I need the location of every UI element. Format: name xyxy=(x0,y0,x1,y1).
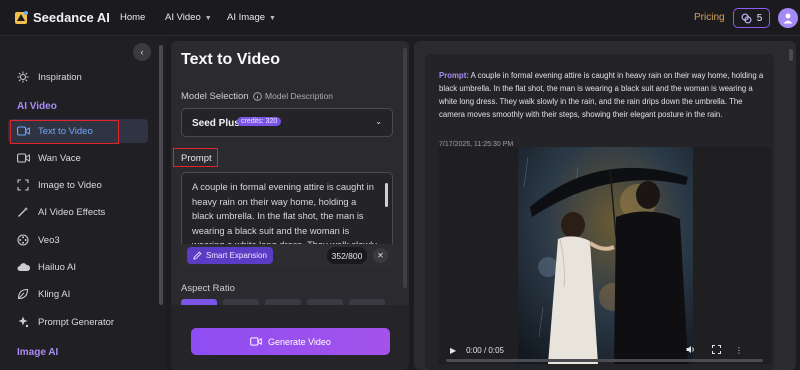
model-name: Seed Plus xyxy=(192,118,240,129)
sun-icon xyxy=(16,70,30,84)
video-time: 0:00 / 0:05 xyxy=(466,346,504,355)
result-prompt: Prompt: A couple in formal evening attir… xyxy=(439,69,767,121)
form-title: Text to Video xyxy=(181,51,280,68)
sidebar-item-ai-video-effects[interactable]: AI Video Effects xyxy=(8,200,148,224)
film-reel-icon xyxy=(16,233,30,247)
chevron-down-icon: ▼ xyxy=(204,15,212,22)
volume-icon[interactable] xyxy=(686,345,696,356)
top-navigation: Seedance AI Home AI Video ▼ AI Image ▼ Pri… xyxy=(0,0,800,36)
pricing-link[interactable]: Pricing xyxy=(694,12,725,23)
nav-ai-image[interactable]: AI Image ▼ xyxy=(227,12,276,23)
video-camera-icon xyxy=(250,337,262,346)
sidebar-item-label: Image to Video xyxy=(38,179,102,191)
sidebar-item-label: Wan Vace xyxy=(38,152,81,164)
close-icon: ✕ xyxy=(377,251,384,260)
results-scrollbar[interactable] xyxy=(789,49,793,61)
smart-expansion-label: Smart Expansion xyxy=(206,251,267,260)
brand-name[interactable]: Seedance AI xyxy=(33,10,110,25)
credits-badge: credits: 320 xyxy=(237,117,282,126)
model-selection-label: Model Selection xyxy=(181,91,249,102)
collapse-sidebar-button[interactable]: ‹ xyxy=(133,43,151,61)
sidebar-item-label: Hailuo AI xyxy=(38,261,77,273)
sidebar-item-veo3[interactable]: Veo3 xyxy=(8,228,148,252)
section-image-ai: Image AI xyxy=(17,347,59,358)
credits-count: 5 xyxy=(756,12,763,24)
result-prompt-text: A couple in formal evening attire is cau… xyxy=(439,71,764,119)
sidebar-item-image-to-video[interactable]: Image to Video xyxy=(8,173,148,197)
logo-icon[interactable] xyxy=(12,9,30,27)
user-avatar[interactable] xyxy=(778,8,798,28)
user-icon xyxy=(783,13,793,24)
nav-ai-image-label: AI Image xyxy=(227,12,266,23)
form-scrollbar[interactable] xyxy=(403,48,407,288)
sidebar-scrollbar[interactable] xyxy=(159,45,163,305)
coins-icon xyxy=(741,13,752,23)
smart-expansion-button[interactable]: Smart Expansion xyxy=(187,247,273,264)
info-icon xyxy=(253,91,262,101)
model-select[interactable]: Seed Plus credits: 320 ⌄ xyxy=(181,108,393,137)
text-to-video-form: Text to Video Model Selection Model Desc… xyxy=(171,41,409,370)
sidebar-item-prompt-generator[interactable]: Prompt Generator xyxy=(8,310,148,334)
video-controls: ▶ 0:00 / 0:05 ⋮ xyxy=(438,337,771,364)
chevron-left-icon: ‹ xyxy=(140,47,144,57)
clear-prompt-button[interactable]: ✕ xyxy=(373,248,388,263)
prompt-key: Prompt: xyxy=(439,71,469,80)
video-player[interactable]: ▶ 0:00 / 0:05 ⋮ xyxy=(438,147,771,364)
generate-video-button[interactable]: Generate Video xyxy=(191,328,390,355)
more-options-icon[interactable]: ⋮ xyxy=(735,346,743,355)
expand-icon xyxy=(16,178,30,192)
sidebar: ‹ Inspiration AI Video Text to Video Wan… xyxy=(0,37,166,370)
sidebar-item-text-to-video[interactable]: Text to Video xyxy=(8,119,148,143)
magic-wand-icon xyxy=(16,205,30,219)
prompt-scrollbar[interactable] xyxy=(385,183,388,207)
character-count: 352/800 xyxy=(327,247,367,264)
chevron-down-icon: ▼ xyxy=(269,15,276,22)
video-thumbnail xyxy=(518,147,693,364)
sidebar-item-label: Text to Video xyxy=(38,125,93,137)
sidebar-item-label: Veo3 xyxy=(38,234,60,246)
nav-home[interactable]: Home xyxy=(120,12,145,23)
sidebar-item-label: AI Video Effects xyxy=(38,206,106,218)
play-icon[interactable]: ▶ xyxy=(450,346,456,355)
sidebar-item-label: Kling AI xyxy=(38,288,71,300)
model-description-label: Model Description xyxy=(265,91,334,101)
pencil-icon xyxy=(193,251,202,260)
sidebar-item-kling-ai[interactable]: Kling AI xyxy=(8,282,148,306)
sparkle-icon xyxy=(16,315,30,329)
cloud-icon xyxy=(16,260,30,274)
nav-ai-video[interactable]: AI Video ▼ xyxy=(165,12,212,23)
sidebar-item-wan-vace[interactable]: Wan Vace xyxy=(8,146,148,170)
sidebar-item-hailuo-ai[interactable]: Hailuo AI xyxy=(8,255,148,279)
form-footer: Generate Video xyxy=(171,305,409,370)
nav-home-label: Home xyxy=(120,12,146,23)
fullscreen-icon[interactable] xyxy=(711,345,721,356)
prompt-label: Prompt xyxy=(181,153,212,164)
video-camera-icon xyxy=(16,151,30,165)
aspect-ratio-label: Aspect Ratio xyxy=(181,283,235,294)
sidebar-item-label: Prompt Generator xyxy=(38,316,115,328)
sidebar-item-label: Inspiration xyxy=(38,71,82,83)
section-ai-video: AI Video xyxy=(17,101,57,112)
credits-button[interactable]: 5 xyxy=(733,8,770,28)
nav-ai-video-label: AI Video xyxy=(165,12,201,23)
sidebar-item-inspiration[interactable]: Inspiration xyxy=(8,65,148,89)
leaf-icon xyxy=(16,287,30,301)
model-description-link[interactable]: Model Description xyxy=(253,91,333,101)
chevron-down-icon: ⌄ xyxy=(375,117,382,126)
prompt-footer: Smart Expansion 352/800 ✕ xyxy=(181,244,393,267)
video-camera-icon xyxy=(16,124,30,138)
generate-video-label: Generate Video xyxy=(268,336,331,347)
